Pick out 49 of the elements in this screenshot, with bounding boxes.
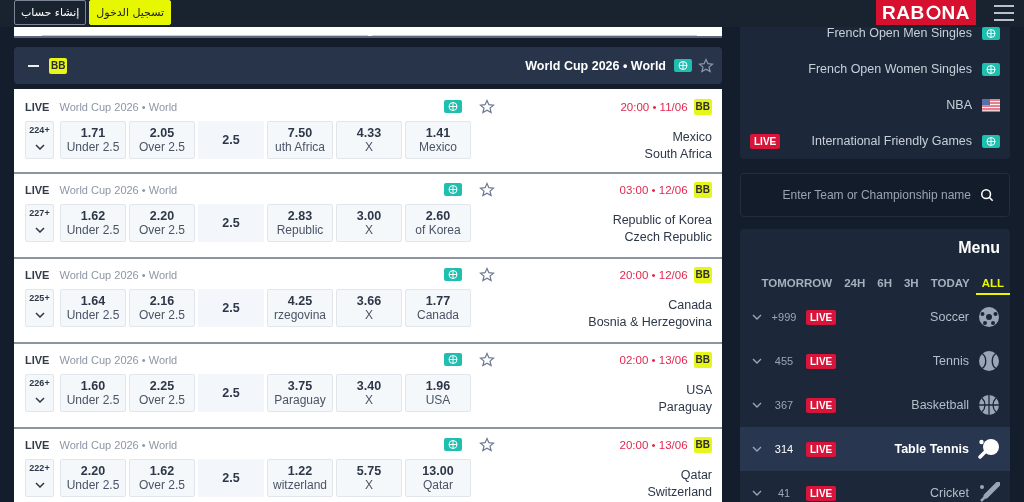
team-name: Czech Republic (624, 229, 712, 246)
event-count: 367 (773, 399, 795, 411)
live-badge: LIVE (806, 441, 837, 457)
menu-title: Menu (957, 239, 1001, 258)
team-name: Switzerland (647, 484, 712, 501)
sport-name: Table Tennis (894, 442, 969, 456)
event-count: 455 (773, 355, 795, 367)
bb-badge: BB (693, 266, 712, 283)
sport-name: Cricket (930, 486, 969, 500)
event-count: +999 (770, 311, 798, 323)
live-label: LIVE (25, 353, 50, 366)
live-label: LIVE (25, 268, 50, 281)
live-badge: LIVE (750, 133, 781, 149)
league-name: World Cup 2026 • World (59, 438, 178, 451)
live-badge: LIVE (806, 485, 837, 501)
league-title: World Cup 2026 • World (525, 58, 666, 73)
live-label: LIVE (25, 183, 50, 196)
team-name: South Africa (644, 146, 712, 163)
live-badge: LIVE (806, 309, 837, 325)
match-time: 20:00 • 13/06 (619, 438, 688, 451)
bb-badge: BB (693, 98, 712, 115)
team-name: Bosnia & Herzegovina (588, 314, 712, 331)
team-name: Mexico (672, 129, 712, 146)
sport-name: Tennis (932, 354, 969, 368)
team-name: USA (686, 382, 712, 399)
sport-name: Soccer (930, 310, 969, 324)
team-name: Qatar (680, 467, 712, 484)
league-name: World Cup 2026 • World (59, 183, 178, 196)
match-time: 02:00 • 13/06 (619, 353, 688, 366)
team-name: Canada (668, 297, 712, 314)
bb-badge: BB (49, 57, 68, 74)
team-name: Republic of Korea (612, 212, 712, 229)
league-name: World Cup 2026 • World (59, 268, 178, 281)
event-count: 41 (776, 487, 792, 499)
match-time: 20:00 • 12/06 (619, 268, 688, 281)
live-badge: LIVE (806, 353, 837, 369)
live-label: LIVE (25, 438, 50, 451)
match-time: 20:00 • 11/06 (620, 100, 688, 113)
bb-badge: BB (693, 351, 712, 368)
event-count: 314 (773, 443, 795, 455)
league-name: World Cup 2026 • World (59, 353, 178, 366)
live-label: LIVE (25, 100, 50, 113)
team-name: Paraguay (658, 399, 712, 416)
league-name: World Cup 2026 • World (59, 100, 178, 113)
live-badge: LIVE (806, 397, 837, 413)
bb-badge: BB (693, 181, 712, 198)
match-time: 03:00 • 12/06 (619, 183, 688, 196)
bb-badge: BB (693, 436, 712, 453)
sport-name: Basketball (911, 398, 969, 412)
